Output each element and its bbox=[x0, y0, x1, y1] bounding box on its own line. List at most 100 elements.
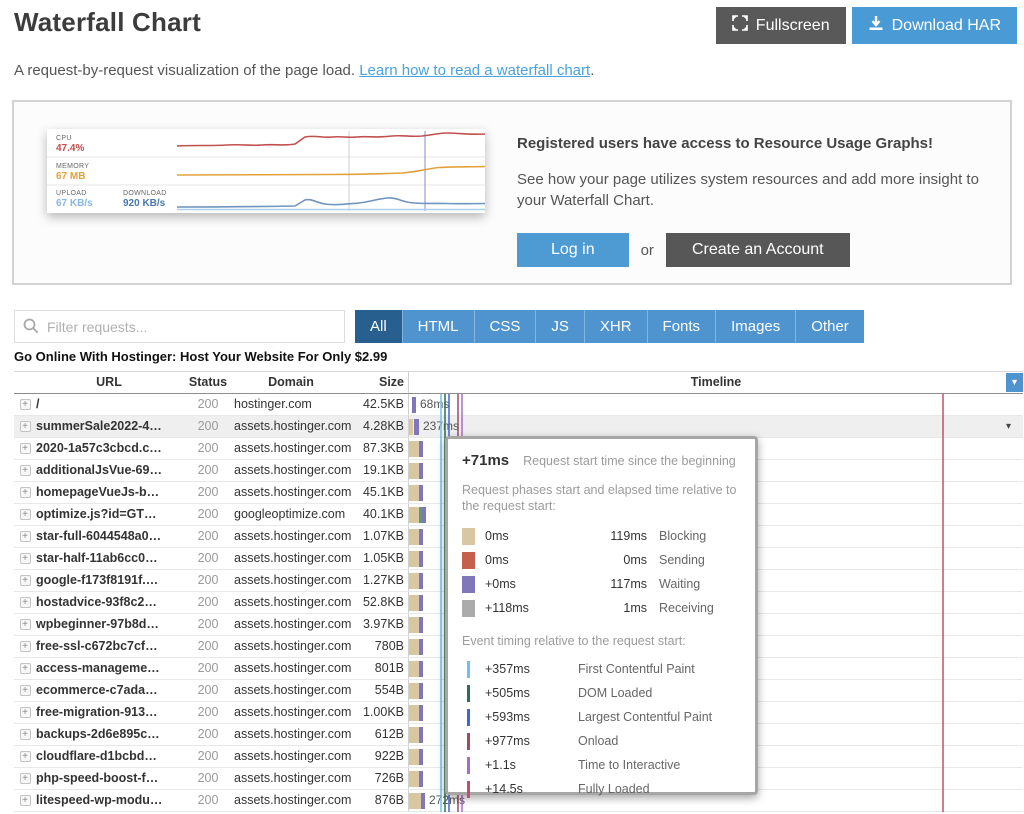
table-row[interactable]: +/200hostinger.com42.5KB68ms bbox=[14, 394, 1023, 416]
download-har-button[interactable]: Download HAR bbox=[852, 7, 1017, 44]
expand-row-icon[interactable]: + bbox=[20, 619, 31, 630]
row-dropdown-caret[interactable]: ▾ bbox=[1006, 416, 1011, 437]
phase-color-swatch bbox=[462, 552, 475, 569]
expand-row-icon[interactable]: + bbox=[20, 443, 31, 454]
tooltip-phases-desc: Request phases start and elapsed time re… bbox=[462, 482, 741, 514]
waterfall-help-link[interactable]: Learn how to read a waterfall chart bbox=[359, 62, 590, 79]
phase-name: Blocking bbox=[659, 529, 706, 543]
row-domain: assets.hostinger.com bbox=[234, 548, 348, 569]
row-url: wpbeginner-97b8d… bbox=[36, 614, 182, 635]
timeline-phase-bar bbox=[419, 573, 423, 589]
timeline-phase-bar bbox=[419, 727, 423, 743]
row-status: 200 bbox=[182, 570, 234, 591]
timeline-options-dropdown[interactable]: ▼ bbox=[1006, 373, 1023, 392]
tooltip-phase-row: 0ms0msSending bbox=[462, 548, 741, 572]
expand-row-icon[interactable]: + bbox=[20, 531, 31, 542]
row-status: 200 bbox=[182, 504, 234, 525]
expand-row-icon[interactable]: + bbox=[20, 487, 31, 498]
fullscreen-button[interactable]: Fullscreen bbox=[716, 7, 846, 44]
row-size: 726B bbox=[348, 768, 408, 789]
event-color-mark bbox=[467, 781, 470, 798]
promo-body: See how your page utilizes system resour… bbox=[517, 169, 980, 211]
tab-css[interactable]: CSS bbox=[474, 310, 536, 343]
row-status: 200 bbox=[182, 658, 234, 679]
row-status: 200 bbox=[182, 438, 234, 459]
row-url: cloudflare-d1bcbd… bbox=[36, 746, 182, 767]
row-size: 1.07KB bbox=[348, 526, 408, 547]
expand-row-icon[interactable]: + bbox=[20, 729, 31, 740]
row-status: 200 bbox=[182, 702, 234, 723]
row-domain: assets.hostinger.com bbox=[234, 416, 348, 437]
row-size: 1.05KB bbox=[348, 548, 408, 569]
event-time: +1.1s bbox=[485, 758, 578, 772]
tooltip-events-desc: Event timing relative to the request sta… bbox=[462, 633, 741, 649]
row-status: 200 bbox=[182, 526, 234, 547]
row-status: 200 bbox=[182, 592, 234, 613]
column-header-size: Size bbox=[348, 372, 408, 393]
phase-start-time: 0ms bbox=[485, 553, 581, 567]
row-status: 200 bbox=[182, 614, 234, 635]
expand-row-icon[interactable]: + bbox=[20, 575, 31, 586]
row-url: ecommerce-c7ada… bbox=[36, 680, 182, 701]
tab-html[interactable]: HTML bbox=[402, 310, 474, 343]
filter-row: AllHTMLCSSJSXHRFontsImagesOther bbox=[14, 310, 1010, 343]
event-color-mark bbox=[467, 685, 470, 702]
expand-row-icon[interactable]: + bbox=[20, 707, 31, 718]
tab-xhr[interactable]: XHR bbox=[584, 310, 647, 343]
tab-fonts[interactable]: Fonts bbox=[647, 310, 716, 343]
expand-row-icon[interactable]: + bbox=[20, 399, 31, 410]
top-bar: Waterfall Chart Fullscreen Download HAR bbox=[14, 7, 1017, 47]
expand-row-icon[interactable]: + bbox=[20, 421, 31, 432]
filter-requests-input[interactable] bbox=[14, 310, 345, 343]
download-har-label: Download HAR bbox=[892, 17, 1001, 35]
event-color-mark bbox=[467, 709, 470, 726]
expand-row-icon[interactable]: + bbox=[20, 795, 31, 806]
event-name: First Contentful Paint bbox=[578, 662, 695, 676]
timeline-phase-bar bbox=[409, 595, 419, 611]
expand-row-icon[interactable]: + bbox=[20, 597, 31, 608]
expand-row-icon[interactable]: + bbox=[20, 751, 31, 762]
row-size: 87.3KB bbox=[348, 438, 408, 459]
memory-value: 67 MB bbox=[56, 171, 85, 182]
row-size: 45.1KB bbox=[348, 482, 408, 503]
timeline-phase-bar bbox=[419, 441, 423, 457]
timeline-phase-bar bbox=[409, 793, 421, 809]
create-account-button[interactable]: Create an Account bbox=[666, 233, 850, 267]
row-size: 780B bbox=[348, 636, 408, 657]
tab-js[interactable]: JS bbox=[535, 310, 584, 343]
row-size: 554B bbox=[348, 680, 408, 701]
tab-all[interactable]: All bbox=[355, 310, 402, 343]
row-status: 200 bbox=[182, 790, 234, 811]
expand-row-icon[interactable]: + bbox=[20, 773, 31, 784]
expand-row-icon[interactable]: + bbox=[20, 465, 31, 476]
registered-users-promo: CPU 47.4% MEMORY 67 MB UPLOAD 67 KB/s DO… bbox=[12, 100, 1012, 285]
row-status: 200 bbox=[182, 548, 234, 569]
event-name: Largest Contentful Paint bbox=[578, 710, 712, 724]
tab-other[interactable]: Other bbox=[795, 310, 864, 343]
event-name: Fully Loaded bbox=[578, 782, 650, 796]
subtitle-suffix: . bbox=[590, 62, 594, 79]
cpu-label: CPU bbox=[56, 135, 72, 142]
expand-row-icon[interactable]: + bbox=[20, 509, 31, 520]
expand-row-icon[interactable]: + bbox=[20, 553, 31, 564]
tooltip-event-list: +357msFirst Contentful Paint+505msDOM Lo… bbox=[462, 657, 741, 801]
phase-name: Waiting bbox=[659, 577, 700, 591]
expand-row-icon[interactable]: + bbox=[20, 641, 31, 652]
phase-start-time: +0ms bbox=[485, 577, 581, 591]
row-size: 3.97KB bbox=[348, 614, 408, 635]
table-row[interactable]: +summerSale2022-4…200assets.hostinger.co… bbox=[14, 416, 1023, 438]
event-time: +357ms bbox=[485, 662, 578, 676]
timeline-phase-bar bbox=[419, 485, 423, 501]
expand-row-icon[interactable]: + bbox=[20, 663, 31, 674]
timeline-phase-bar bbox=[419, 617, 423, 633]
event-name: Onload bbox=[578, 734, 618, 748]
phase-start-time: +118ms bbox=[485, 601, 581, 615]
chevron-down-icon: ▼ bbox=[1010, 377, 1019, 387]
expand-row-icon[interactable]: + bbox=[20, 685, 31, 696]
fullscreen-label: Fullscreen bbox=[756, 17, 830, 35]
row-url: summerSale2022-4… bbox=[36, 416, 182, 437]
login-button[interactable]: Log in bbox=[517, 233, 629, 267]
row-url: homepageVueJs-b… bbox=[36, 482, 182, 503]
timeline-phase-bar bbox=[409, 771, 419, 787]
tab-images[interactable]: Images bbox=[715, 310, 795, 343]
